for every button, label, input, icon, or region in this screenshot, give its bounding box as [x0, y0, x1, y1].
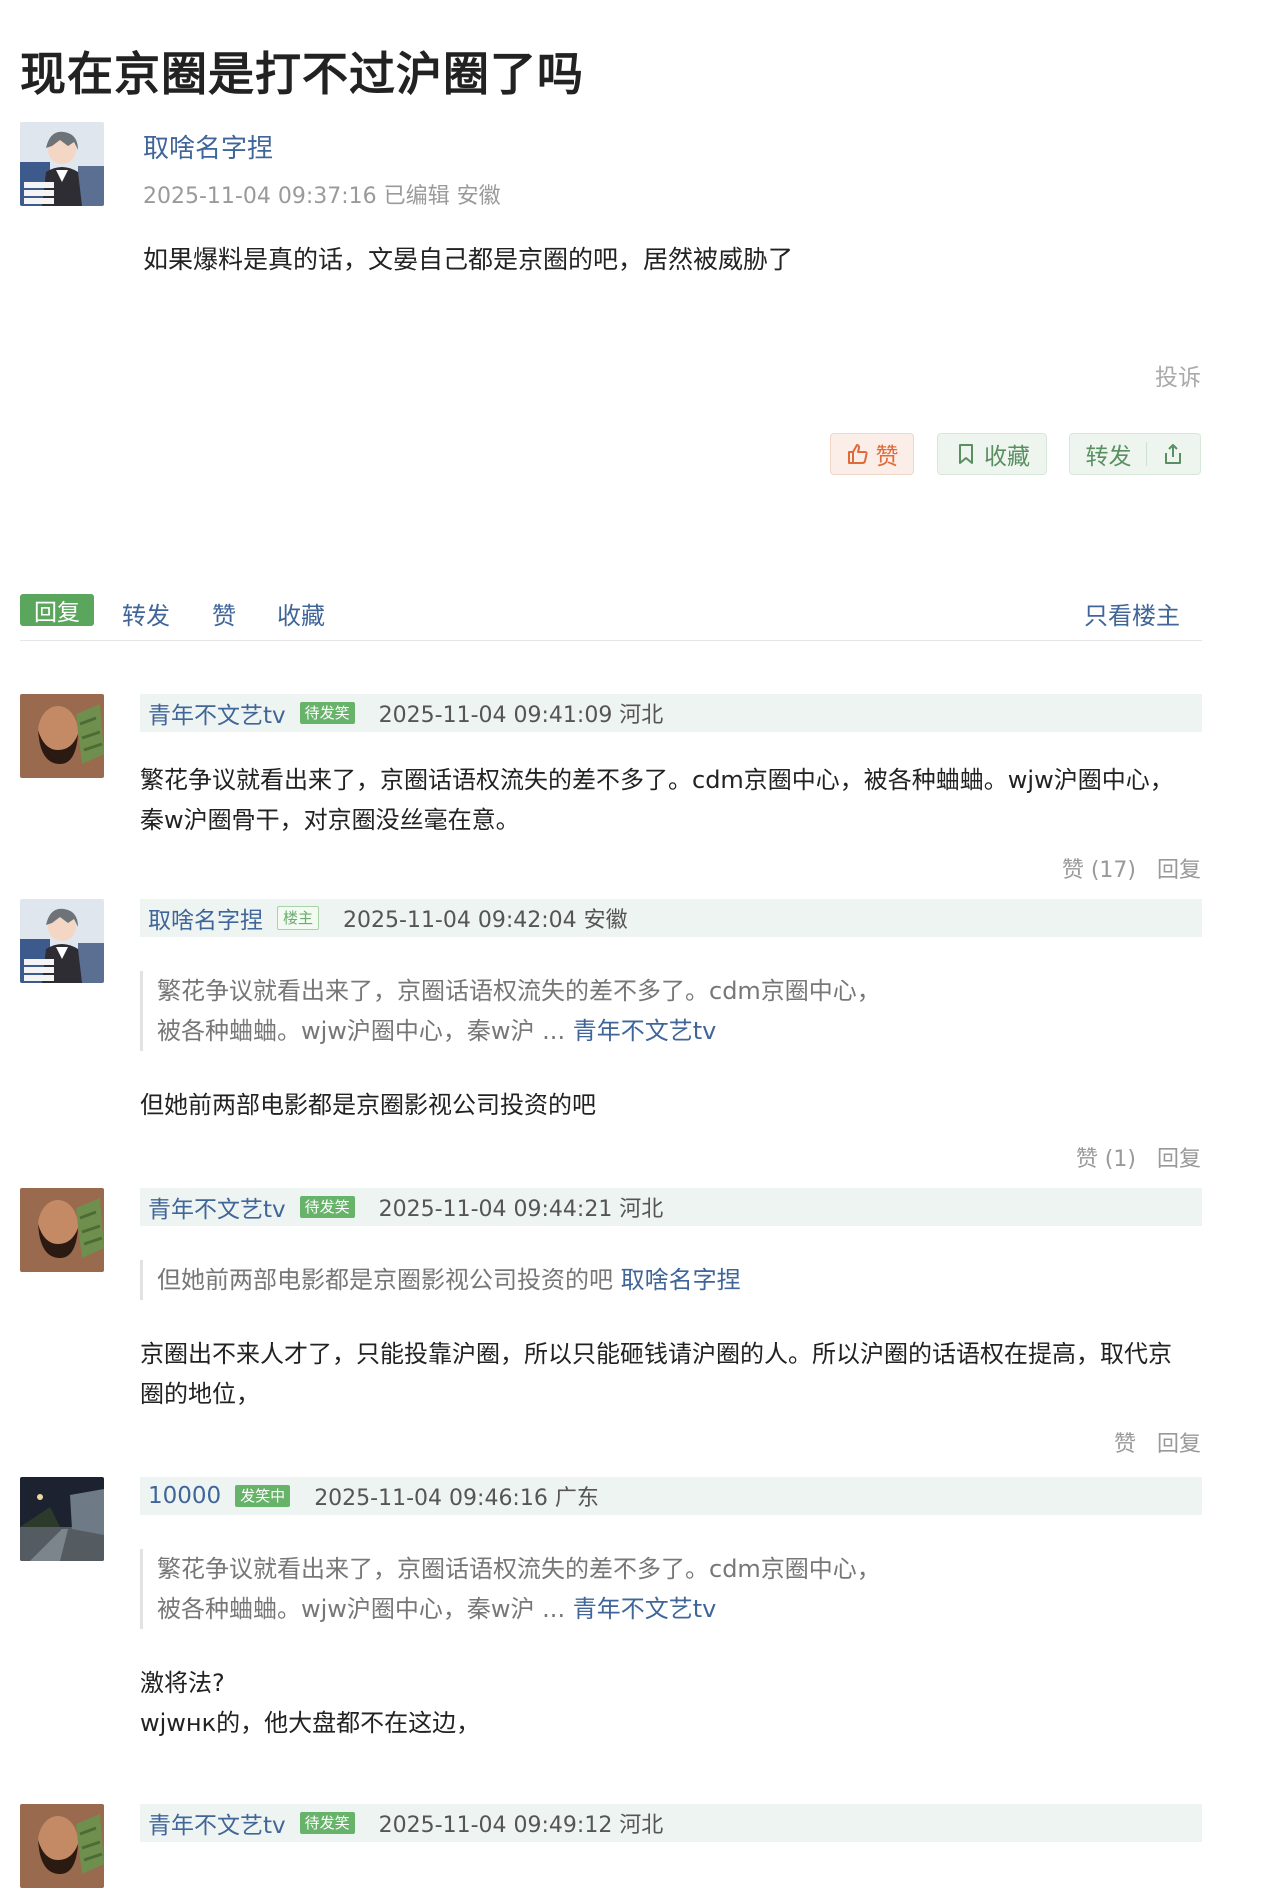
- quoted-reply: 繁花争议就看出来了，京圈话语权流失的差不多了。cdm京圈中心， 被各种蛐蛐。wj…: [140, 1549, 881, 1629]
- reply-text-line: 秦w沪圈骨干，对京圈没丝毫在意。: [140, 806, 520, 834]
- reply-timestamp: 2025-11-04 09:41:09 河北: [378, 703, 664, 728]
- reply-text-line: 京圈出不来人才了，只能投靠沪圈，所以只能砸钱请沪圈的人。所以沪圈的话语权在提高，…: [140, 1340, 1172, 1368]
- quote-text-line: 繁花争议就看出来了，京圈话语权流失的差不多了。cdm京圈中心，: [157, 1555, 881, 1583]
- op-post-content: 如果爆料是真的话，文晏自己都是京圈的吧，居然被威胁了: [143, 245, 794, 274]
- reply-username[interactable]: 青年不文艺tv: [148, 1190, 286, 1224]
- quote-text-line: 繁花争议就看出来了，京圈话语权流失的差不多了。cdm京圈中心，: [157, 977, 881, 1005]
- reply-content: 繁花争议就看出来了，京圈话语权流失的差不多了。cdm京圈中心，被各种蛐蛐。wjw…: [140, 760, 1210, 840]
- quote-text-line: 被各种蛐蛐。wjw沪圈中心，秦w沪 ...: [157, 1017, 573, 1045]
- user-badge: 发笑中: [235, 1485, 291, 1507]
- post-title: 现在京圈是打不过沪圈了吗: [20, 47, 584, 101]
- reply-timestamp: 2025-11-04 09:49:12 河北: [378, 1813, 664, 1838]
- quoted-reply: 繁花争议就看出来了，京圈话语权流失的差不多了。cdm京圈中心， 被各种蛐蛐。wj…: [140, 971, 881, 1051]
- person-avatar-icon: [20, 1188, 104, 1272]
- reply-header: 青年不文艺tv 待发笑 2025-11-04 09:49:12 河北: [140, 1804, 1202, 1842]
- reply-timestamp: 2025-11-04 09:42:04 安徽: [343, 908, 628, 933]
- like-button-label: 赞: [875, 444, 899, 470]
- quote-author-link[interactable]: 取啥名字捏: [621, 1266, 741, 1294]
- favorite-link[interactable]: 收藏: [277, 596, 325, 631]
- op-avatar[interactable]: [20, 122, 104, 206]
- reply-header: 青年不文艺tv 待发笑 2025-11-04 09:44:21 河北: [140, 1188, 1202, 1226]
- reply-header: 青年不文艺tv 待发笑 2025-11-04 09:41:09 河北: [140, 694, 1202, 732]
- reply-actions: 赞 回复: [1100, 1426, 1201, 1458]
- quote-text-line: 被各种蛐蛐。wjw沪圈中心，秦w沪 ...: [157, 1595, 573, 1623]
- like-link[interactable]: 赞: [212, 596, 236, 631]
- bookmark-icon: [954, 442, 978, 466]
- reply-content: 但她前两部电影都是京圈影视公司投资的吧: [140, 1085, 1210, 1125]
- forward-link[interactable]: 转发: [122, 596, 170, 631]
- share-divider: [1145, 442, 1147, 466]
- reply-avatar[interactable]: [20, 899, 104, 983]
- reply-like-button[interactable]: 赞 (17): [1062, 858, 1136, 883]
- reply-actions: 赞 (17) 回复: [1048, 852, 1201, 884]
- night-street-avatar-icon: [20, 1477, 104, 1561]
- thumbs-up-icon: [846, 442, 870, 466]
- reply-reply-button[interactable]: 回复: [1157, 858, 1201, 883]
- op-badge: 楼主: [277, 906, 320, 930]
- like-button[interactable]: 赞: [830, 433, 914, 475]
- quote-author-link[interactable]: 青年不文艺tv: [573, 1595, 717, 1623]
- reply-actions: 赞 (1) 回复: [1062, 1141, 1201, 1173]
- reply-reply-button[interactable]: 回复: [1157, 1432, 1201, 1457]
- quote-text-line: 但她前两部电影都是京圈影视公司投资的吧: [157, 1266, 621, 1294]
- reply-header: 取啥名字捏 楼主 2025-11-04 09:42:04 安徽: [140, 899, 1202, 937]
- user-badge: 待发笑: [299, 1812, 355, 1834]
- share-button-label: 转发: [1085, 444, 1132, 470]
- reply-avatar[interactable]: [20, 1804, 104, 1888]
- reply-reply-button[interactable]: 回复: [1157, 1147, 1201, 1172]
- reply-text-line: 但她前两部电影都是京圈影视公司投资的吧: [140, 1091, 596, 1119]
- toolbar-divider: [20, 640, 1202, 641]
- reply-timestamp: 2025-11-04 09:46:16 广东: [314, 1486, 599, 1511]
- reply-avatar[interactable]: [20, 1477, 104, 1561]
- op-username[interactable]: 取啥名字捏: [143, 128, 273, 165]
- reply-text-line: 圈的地位，: [140, 1380, 260, 1408]
- reply-avatar[interactable]: [20, 694, 104, 778]
- reply-tab[interactable]: 回复: [20, 594, 94, 626]
- report-link[interactable]: 投诉: [1155, 358, 1201, 392]
- favorite-button-label: 收藏: [984, 444, 1030, 470]
- reply-content: 京圈出不来人才了，只能投靠沪圈，所以只能砸钱请沪圈的人。所以沪圈的话语权在提高，…: [140, 1334, 1210, 1414]
- op-only-link[interactable]: 只看楼主: [1084, 596, 1180, 631]
- anime-avatar-icon: [20, 899, 104, 983]
- reply-text-line: 激将法?: [140, 1669, 225, 1697]
- reply-like-button[interactable]: 赞: [1114, 1432, 1136, 1457]
- reply-text-line: 繁花争议就看出来了，京圈话语权流失的差不多了。cdm京圈中心，被各种蛐蛐。wjw…: [140, 766, 1174, 794]
- reply-content: 激将法? wjwнк的，他大盘都不在这边，: [140, 1663, 1210, 1743]
- op-post-meta: 2025-11-04 09:37:16 已编辑 安徽: [143, 184, 501, 209]
- person-avatar-icon: [20, 694, 104, 778]
- reply-avatar[interactable]: [20, 1188, 104, 1272]
- share-button[interactable]: 转发: [1069, 433, 1201, 475]
- reply-header: 10000 发笑中 2025-11-04 09:46:16 广东: [140, 1477, 1202, 1515]
- quoted-reply: 但她前两部电影都是京圈影视公司投资的吧 取啥名字捏: [140, 1260, 741, 1300]
- anime-avatar-icon: [20, 122, 104, 206]
- post-toolbar: 回复 转发 赞 收藏 只看楼主: [20, 590, 1202, 640]
- reply-timestamp: 2025-11-04 09:44:21 河北: [378, 1197, 664, 1222]
- share-upload-icon: [1161, 442, 1185, 466]
- reply-username[interactable]: 取啥名字捏: [148, 901, 263, 935]
- reply-username[interactable]: 青年不文艺tv: [148, 1806, 286, 1840]
- favorite-button[interactable]: 收藏: [937, 433, 1047, 475]
- reply-like-button[interactable]: 赞 (1): [1076, 1147, 1136, 1172]
- reply-username[interactable]: 10000: [148, 1483, 221, 1509]
- user-badge: 待发笑: [299, 702, 355, 724]
- quote-author-link[interactable]: 青年不文艺tv: [573, 1017, 717, 1045]
- reply-username[interactable]: 青年不文艺tv: [148, 696, 286, 730]
- person-avatar-icon: [20, 1804, 104, 1888]
- post-page: 现在京圈是打不过沪圈了吗 取啥名字捏 2025-11-04 09:37:16 已…: [0, 0, 1267, 1888]
- user-badge: 待发笑: [299, 1196, 355, 1218]
- reply-text-line: wjwнк的，他大盘都不在这边，: [140, 1709, 481, 1737]
